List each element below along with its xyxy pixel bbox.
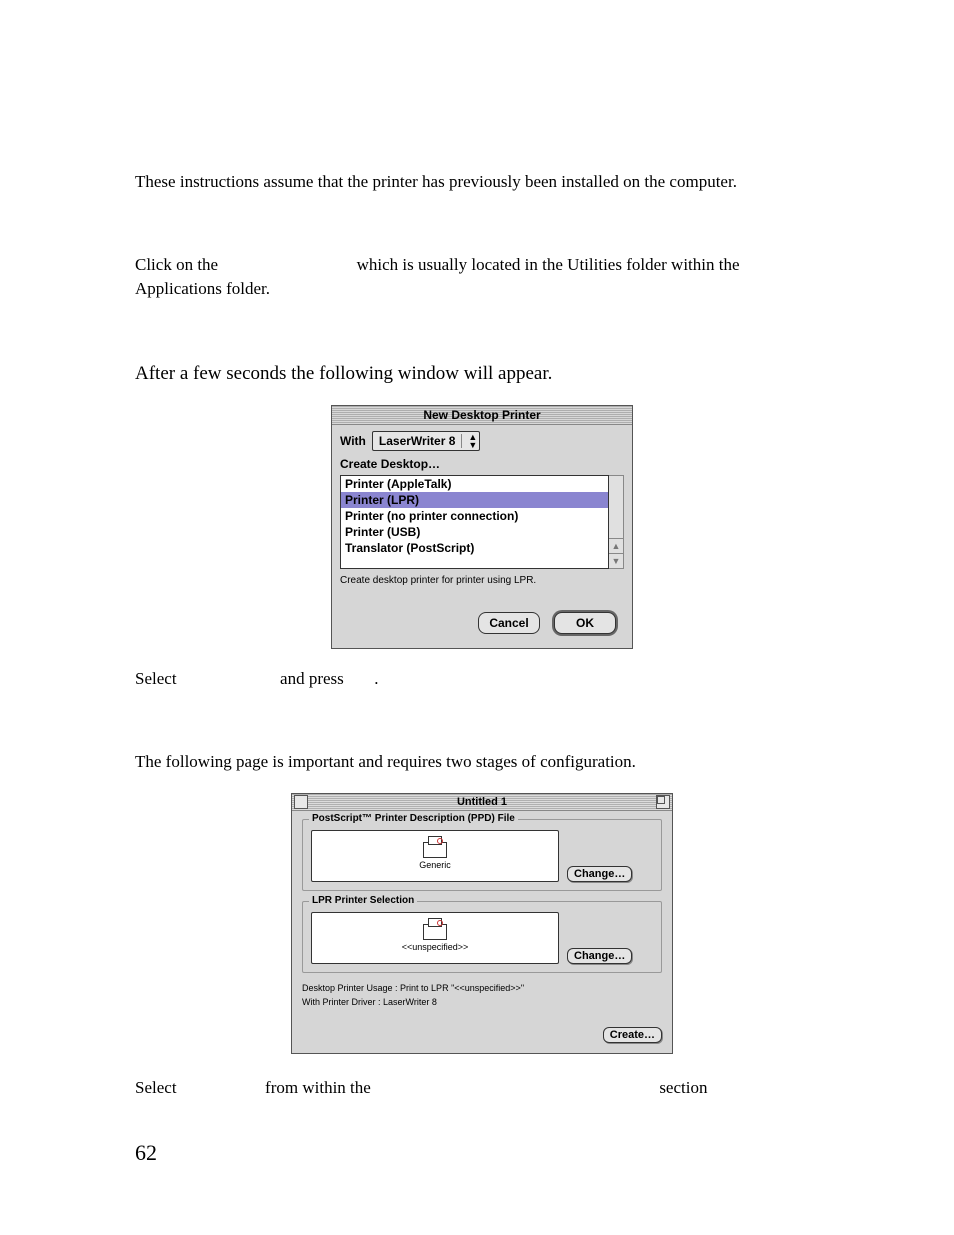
printer-icon <box>423 842 447 858</box>
lpr-row: <<unspecified>> Change… <box>311 912 653 964</box>
ppd-icon-label: Generic <box>419 860 451 870</box>
ppd-group: PostScript™ Printer Description (PPD) Fi… <box>302 819 662 891</box>
create-desktop-label: Create Desktop… <box>340 457 624 471</box>
window-titlebar: Untitled 1 <box>292 794 672 811</box>
create-row: Create… <box>302 1027 662 1043</box>
popup-arrows-icon: ▲▼ <box>468 433 477 449</box>
page-number: 62 <box>135 1140 829 1166</box>
ppd-iconbox: Generic <box>311 830 559 882</box>
with-row: With LaserWriter 8 ▲▼ <box>340 431 624 451</box>
list-item[interactable]: Translator (PostScript) <box>341 540 608 556</box>
and-press: and press <box>280 669 344 688</box>
ok-button[interactable]: OK <box>554 612 616 634</box>
close-box-icon[interactable] <box>294 795 308 809</box>
lpr-change-button[interactable]: Change… <box>567 948 632 964</box>
lpr-icon-label: <<unspecified>> <box>402 942 469 952</box>
with-popup-menu[interactable]: LaserWriter 8 ▲▼ <box>372 431 480 451</box>
select-word: Select <box>135 669 177 688</box>
click-on-line: Click on the which is usually located in… <box>135 253 829 302</box>
window-title: Untitled 1 <box>457 796 507 808</box>
untitled1-screenshot: Untitled 1 PostScript™ Printer Descripti… <box>135 793 829 1054</box>
after-seconds: After a few seconds the following window… <box>135 360 829 388</box>
document-page: These instructions assume that the print… <box>0 0 954 1226</box>
new-desktop-printer-window: New Desktop Printer With LaserWriter 8 ▲… <box>331 405 633 649</box>
select-and-press-line: Select and press . <box>135 667 829 692</box>
list-item[interactable]: Printer (USB) <box>341 524 608 540</box>
usage-text: Desktop Printer Usage : Print to LPR "<<… <box>302 983 662 993</box>
spacer <box>302 1009 662 1027</box>
list-item[interactable]: Printer (no printer connection) <box>341 508 608 524</box>
cancel-button[interactable]: Cancel <box>478 612 540 634</box>
lpr-group: LPR Printer Selection <<unspecified>> Ch… <box>302 901 662 973</box>
ppd-row: Generic Change… <box>311 830 653 882</box>
window-title: New Desktop Printer <box>423 408 540 422</box>
click-tail: which is usually located in the Utilitie… <box>135 255 740 299</box>
list-item[interactable]: Printer (AppleTalk) <box>341 476 608 492</box>
spacer <box>135 320 829 360</box>
window-body: With LaserWriter 8 ▲▼ Create Desktop… Pr… <box>332 425 632 648</box>
window-titlebar: New Desktop Printer <box>332 406 632 425</box>
period: . <box>374 669 378 688</box>
lpr-legend: LPR Printer Selection <box>309 895 417 906</box>
select-word-2: Select <box>135 1078 177 1097</box>
with-popup-value: LaserWriter 8 <box>379 434 455 448</box>
select-from-within-line: Select from within the section <box>135 1076 829 1101</box>
scroll-up-icon[interactable]: ▲ <box>609 538 623 553</box>
untitled1-window: Untitled 1 PostScript™ Printer Descripti… <box>291 793 673 1054</box>
window-body: PostScript™ Printer Description (PPD) Fi… <box>292 811 672 1053</box>
list-item[interactable]: Printer (LPR) <box>341 492 608 508</box>
list-hint-text: Create desktop printer for printer using… <box>340 575 624 586</box>
ppd-change-button[interactable]: Change… <box>567 866 632 882</box>
list-scrollbar[interactable]: ▲ ▼ <box>609 475 624 569</box>
click-on-the: Click on the <box>135 255 218 274</box>
driver-text: With Printer Driver : LaserWriter 8 <box>302 997 662 1007</box>
printer-type-listbox: Printer (AppleTalk) Printer (LPR) Printe… <box>340 475 624 569</box>
ppd-legend: PostScript™ Printer Description (PPD) Fi… <box>309 813 518 824</box>
with-label: With <box>340 434 366 448</box>
dialog-button-row: Cancel OK <box>340 606 624 644</box>
spacer <box>135 710 829 750</box>
printer-icon <box>423 924 447 940</box>
from-within-the: from within the <box>265 1078 371 1097</box>
spacer <box>135 213 829 253</box>
section-word: section <box>659 1078 707 1097</box>
intro-text: These instructions assume that the print… <box>135 170 829 195</box>
popup-separator <box>461 434 462 448</box>
lpr-iconbox: <<unspecified>> <box>311 912 559 964</box>
following-page-text: The following page is important and requ… <box>135 750 829 775</box>
printer-type-list[interactable]: Printer (AppleTalk) Printer (LPR) Printe… <box>340 475 609 569</box>
create-button[interactable]: Create… <box>603 1027 662 1043</box>
new-desktop-printer-screenshot: New Desktop Printer With LaserWriter 8 ▲… <box>135 405 829 649</box>
scroll-down-icon[interactable]: ▼ <box>609 553 623 568</box>
zoom-box-icon[interactable] <box>656 795 670 809</box>
